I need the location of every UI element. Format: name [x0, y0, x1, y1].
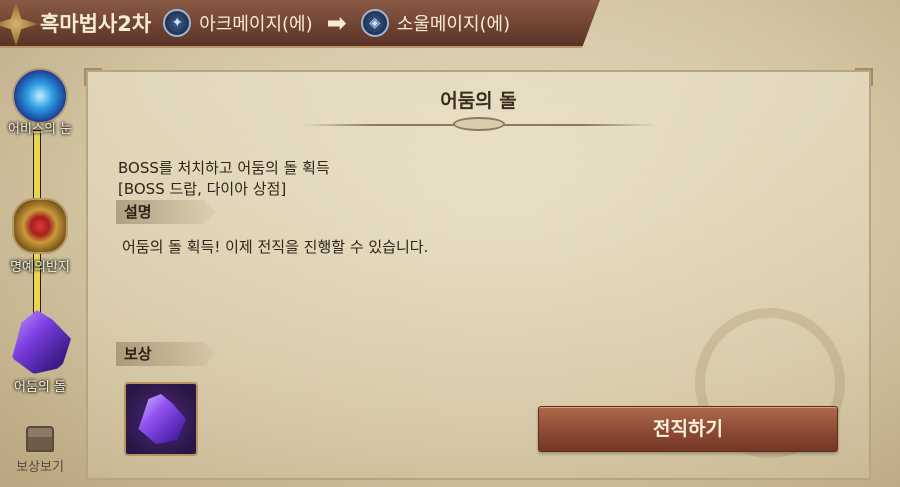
sidebar-item-abyss-eye[interactable]: 어비스의 눈 — [0, 68, 80, 137]
compass-star-icon — [0, 2, 38, 46]
quest-detail-panel: 어둠의 돌 BOSS를 처치하고 어둠의 돌 획득 [BOSS 드랍, 다이아 … — [84, 68, 873, 480]
sidebar-item-label: 명예의반지 — [10, 260, 70, 275]
reward-item-slot[interactable] — [124, 382, 198, 456]
soul-diamond-icon: ◈ — [360, 9, 389, 37]
panel-title: 어둠의 돌 — [440, 90, 517, 112]
objective-line: BOSS를 처치하고 어둠의 돌 획득 — [118, 159, 330, 177]
abyss-eye-icon — [12, 68, 68, 124]
description-heading: 설명 — [116, 200, 216, 224]
banner-title: 흑마법사2차 — [40, 12, 152, 36]
dark-stone-icon — [12, 310, 71, 374]
panel-corner-ornament — [855, 68, 873, 86]
sidebar-item-honor-ring[interactable]: 명예의반지 — [0, 198, 80, 275]
advance-class-button[interactable]: 전직하기 — [538, 406, 838, 452]
sidebar-item-dark-stone[interactable]: 어둠의 돌 — [0, 310, 80, 395]
purple-crystal-icon — [138, 394, 186, 444]
treasure-chest-icon — [26, 426, 54, 452]
to-class-name: 소울메이지(에) — [396, 14, 511, 35]
panel-corner-ornament — [84, 68, 102, 86]
honor-ring-icon — [12, 198, 68, 254]
arrow-right-icon: ➡ — [326, 9, 347, 37]
from-class-name: 아크메이지(에) — [199, 14, 313, 35]
reward-view-label: 보상보기 — [16, 460, 64, 475]
class-advancement-banner: 흑마법사2차 ✦ 아크메이지(에) ➡ ◈ 소울메이지(에) — [0, 0, 600, 48]
reward-view-button[interactable]: 보상보기 — [0, 426, 80, 475]
title-ornament-icon — [453, 117, 505, 131]
objective-source: [BOSS 드랍, 다이아 상점] — [118, 180, 287, 198]
quest-objective: BOSS를 처치하고 어둠의 돌 획득 [BOSS 드랍, 다이아 상점] — [118, 158, 330, 200]
sidebar-item-label: 어둠의 돌 — [14, 380, 66, 395]
sidebar-item-label: 어비스의 눈 — [8, 122, 72, 137]
reward-heading: 보상 — [116, 342, 216, 366]
wrench-staff-icon: ✦ — [163, 9, 192, 37]
description-text: 어둠의 돌 획득! 이제 전직을 진행할 수 있습니다. — [122, 238, 429, 256]
quest-sidebar: 어비스의 눈 명예의반지 어둠의 돌 보상보기 — [0, 60, 80, 487]
